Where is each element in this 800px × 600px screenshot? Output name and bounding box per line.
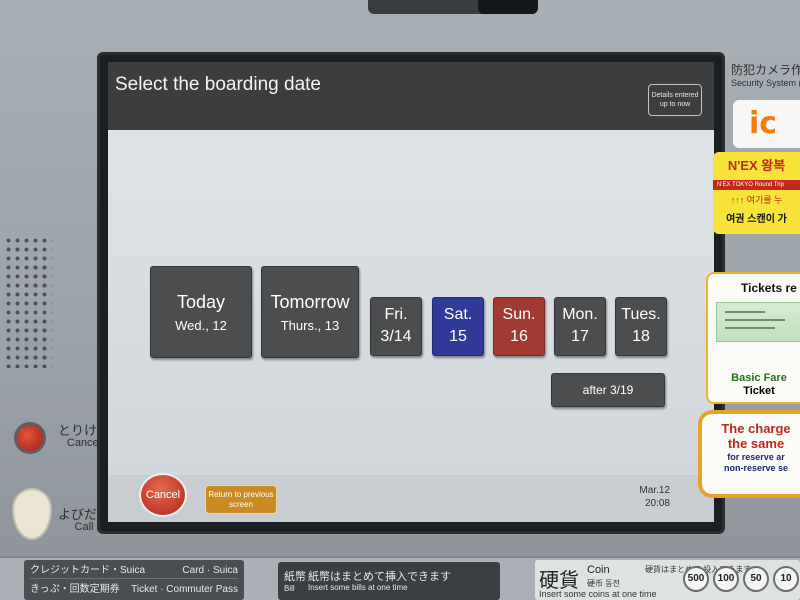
clock-date: Mar.12 [639,485,670,496]
coin-500-icon: 500 [683,566,709,592]
date-button-fri[interactable]: Fri. 3/14 [370,297,422,356]
charge-notice-line1: The charge [721,421,791,436]
date-value-label: 18 [632,328,650,345]
date-value-label: 15 [449,328,467,345]
bill-instruction-en: Insert some bills at one time [308,583,408,592]
nex-sticker-passport: 여권 스캔이 가 [726,214,787,225]
coin-label-en: Coin [587,564,610,576]
speaker-grille [4,236,52,368]
ic-card-reader[interactable]: ic [733,100,800,148]
charge-notice-line2: the same [727,435,785,451]
bill-label-kanji: 紙幣 [284,571,306,583]
date-day-label: Sat. [443,306,473,323]
nex-sticker-arrows: ↑↑↑ 여기를 누 [730,195,783,205]
coin-instruction-en: Insert some coins at one time [539,589,657,599]
tickets-info-title: Tickets re [741,281,797,295]
date-value-label: 16 [510,328,528,345]
nex-sticker-band: N'EX TOKYO Round Trip [713,180,800,190]
bill-slot-plate[interactable]: 紙幣 Bill 紙幣はまとめて挿入できます Insert some bills … [278,562,500,600]
cancel-button[interactable]: Cancel [139,473,187,517]
security-camera-label: 防犯カメラ作 Security System (i [731,63,800,88]
tickets-caption-line2: Ticket [743,385,775,398]
return-previous-button[interactable]: Return to previous screen [205,485,277,514]
ticket-sample-image [716,302,800,342]
date-day-label: Today [176,292,226,312]
after-date-button[interactable]: after 3/19 [551,373,665,407]
date-day-label: Fri. [384,306,408,323]
coin-50-icon: 50 [743,566,769,592]
date-button-tue[interactable]: Tues. 18 [615,297,667,356]
tickets-caption: Basic Fare Ticket [716,372,800,398]
date-button-tomorrow[interactable]: Tomorrow Thurs., 13 [261,266,359,358]
nex-sticker: N'EX 왕복 N'EX TOKYO Round Trip ↑↑↑ 여기를 누 … [713,152,800,234]
coin-slot-plate[interactable]: 硬貨 Coin 硬币 동전 硬貨はまとめて 投入できます Insert some… [535,560,800,600]
card-slot-label-en: Card · Suica [182,565,238,576]
date-button-today[interactable]: Today Wed., 12 [150,266,252,358]
page-title: Select the boarding date [115,74,321,95]
date-value-label: Thurs., 13 [280,318,340,333]
coin-label-multilang: 硬币 동전 [587,579,620,588]
coin-10-icon: 10 [773,566,799,592]
date-day-label: Tomorrow [270,292,350,312]
date-day-label: Tues. [621,306,661,323]
ticket-slot-line: きっぷ・回数定期券 Ticket · Commuter Pass [30,581,238,598]
security-camera-label-en: Security System (i [731,77,800,88]
date-day-label: Sun. [502,306,536,323]
date-value-label: 17 [571,328,589,345]
screen-header: Select the boarding date Details entered… [108,62,714,130]
top-slot-dark [478,0,538,14]
hardware-cancel-button[interactable] [14,422,46,454]
charge-notice-line4: non-reserve se [723,463,789,474]
screen-footer [108,475,714,522]
charge-notice-line3: for reserve ar [727,451,785,462]
tickets-info-panel: Tickets re Basic Fare Ticket [706,272,800,404]
hardware-call-button[interactable] [12,488,52,540]
card-slot-line: クレジットカード・Suica Card · Suica [30,562,238,579]
date-button-sun[interactable]: Sun. 16 [493,297,545,356]
security-camera-label-jp: 防犯カメラ作 [731,63,800,77]
date-button-sat[interactable]: Sat. 15 [432,297,484,356]
date-value-label: 3/14 [380,328,412,345]
bill-label-en: Bill [284,584,295,593]
ticket-machine: とりけし Cancel よびだし Call Select the boardin… [0,0,800,600]
card-slot-label-jp: クレジットカード・Suica [30,565,146,576]
touch-screen: Select the boarding date Details entered… [108,62,714,522]
clock: Mar.12 20:08 [628,485,670,510]
ticket-slot-label-en: Ticket · Commuter Pass [131,584,238,595]
date-value-label: Wed., 12 [175,318,227,333]
ic-logo: ic [749,106,778,141]
nex-sticker-title: N'EX 왕복 [727,158,786,173]
date-day-label: Mon. [562,306,598,323]
card-slot-plate[interactable]: クレジットカード・Suica Card · Suica きっぷ・回数定期券 Ti… [24,560,244,600]
coin-100-icon: 100 [713,566,739,592]
ticket-slot-label-jp: きっぷ・回数定期券 [30,584,120,595]
date-button-mon[interactable]: Mon. 17 [554,297,606,356]
details-entered-button[interactable]: Details entered up to now [648,84,702,116]
clock-time: 20:08 [644,497,670,509]
bill-instruction-jp: 紙幣はまとめて挿入できます [308,571,451,583]
charge-notice-panel: The charge the same for reserve ar non-r… [698,410,800,498]
tickets-caption-line1: Basic Fare [731,372,787,384]
